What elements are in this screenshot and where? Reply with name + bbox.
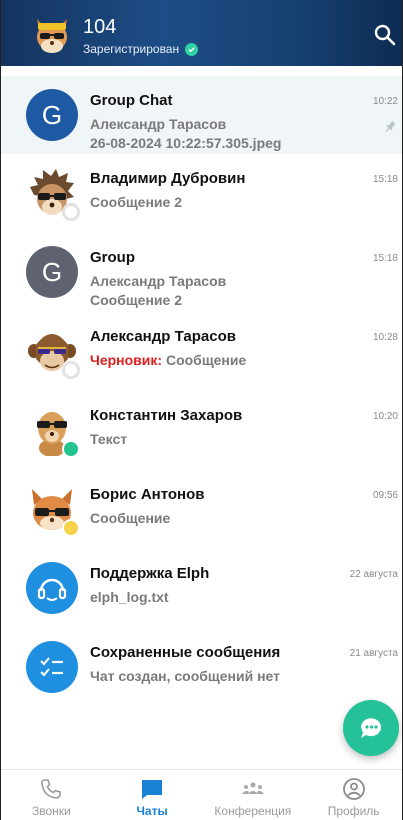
nav-label: Конференция — [214, 804, 292, 818]
status-away-indicator — [62, 519, 80, 537]
chat-time: 10:22 — [372, 96, 398, 107]
chat-item-boris[interactable]: Борис Антонов Сообщение 09:56 — [1, 470, 402, 549]
chat-time: 15:18 — [372, 253, 398, 264]
account-number: 104 — [83, 16, 117, 38]
support-headset-icon — [37, 578, 67, 601]
avatar: G — [26, 246, 78, 298]
chat-name: Group Chat — [90, 92, 173, 109]
chat-time: 10:20 — [372, 411, 398, 422]
nav-label: Профиль — [327, 804, 380, 818]
chat-time: 21 августа — [349, 648, 398, 659]
bottom-navigation: Звонки Чаты Конференция Профиль — [1, 769, 402, 820]
last-message: elph_log.txt — [90, 589, 169, 605]
search-icon — [374, 24, 396, 46]
new-message-icon — [361, 718, 381, 738]
chat-name: Александр Тарасов — [90, 328, 236, 345]
chat-name: Сохраненные сообщения — [90, 644, 281, 661]
chat-item-vladimir[interactable]: Владимир Дубровин Сообщение 2 15:18 — [1, 154, 402, 233]
last-message: Сообщение 2 — [90, 292, 182, 308]
chat-name: Владимир Дубровин — [90, 170, 246, 187]
chat-name: Борис Антонов — [90, 486, 205, 503]
registration-status-text: Зарегистрирован — [83, 42, 180, 56]
chat-time: 22 августа — [349, 569, 398, 580]
chat-item-group-chat[interactable]: G Group Chat Александр Тарасов 26-08-202… — [1, 76, 402, 154]
app-frame: 104 Зарегистрирован G Group Chat Алексан… — [0, 0, 403, 820]
profile-icon — [342, 778, 365, 800]
pin-icon — [383, 120, 397, 134]
chat-item-support[interactable]: Поддержка Elph elph_log.txt 22 августа — [1, 549, 402, 628]
last-sender: Александр Тарасов — [90, 116, 227, 132]
phone-icon — [41, 779, 62, 799]
conference-icon — [241, 782, 264, 794]
chat-name: Group — [90, 249, 135, 266]
avatar-letter: G — [41, 99, 63, 130]
profile-avatar[interactable] — [31, 13, 73, 55]
chat-time: 10:28 — [372, 332, 398, 343]
draft-text: Сообщение — [162, 352, 247, 368]
chat-name: Константин Захаров — [90, 407, 243, 424]
last-message: Черновик: Сообщение — [90, 352, 246, 368]
last-message: Сообщение 2 — [90, 194, 182, 210]
cat-sunglasses-icon — [37, 19, 67, 53]
chat-item-konstantin[interactable]: Константин Захаров Текст 10:20 — [1, 391, 402, 470]
draft-label: Черновик: — [90, 352, 163, 368]
registration-status: Зарегистрирован — [83, 42, 199, 56]
last-message: Чат создан, сообщений нет — [90, 668, 280, 684]
app-header: 104 Зарегистрирован — [1, 0, 402, 66]
avatar — [26, 641, 78, 693]
chat-icon — [142, 780, 163, 799]
new-message-button[interactable] — [343, 700, 399, 756]
nav-chats[interactable]: Чаты — [102, 770, 203, 820]
chat-item-alexander[interactable]: Александр Тарасов Черновик: Сообщение 10… — [1, 312, 402, 391]
nav-label: Звонки — [32, 804, 71, 818]
last-sender: Александр Тарасов — [90, 273, 227, 289]
chat-list: G Group Chat Александр Тарасов 26-08-202… — [1, 76, 402, 707]
nav-conference[interactable]: Конференция — [203, 770, 304, 820]
chat-time: 09:56 — [372, 490, 398, 501]
nav-calls[interactable]: Звонки — [1, 770, 102, 820]
status-offline-indicator — [62, 203, 80, 221]
nav-label: Чаты — [136, 804, 168, 818]
status-online-indicator — [62, 440, 80, 458]
search-button[interactable] — [372, 22, 398, 48]
avatar: G — [26, 89, 78, 141]
chat-item-group[interactable]: G Group Александр Тарасов Сообщение 2 15… — [1, 233, 402, 312]
saved-checklist-icon — [40, 657, 63, 677]
chat-name: Поддержка Elph — [90, 565, 210, 582]
avatar — [26, 562, 78, 614]
last-message: 26-08-2024 10:22:57.305.jpeg — [90, 135, 282, 151]
status-offline-indicator — [62, 361, 80, 379]
avatar-letter: G — [41, 256, 63, 287]
chat-item-saved[interactable]: Сохраненные сообщения Чат создан, сообще… — [1, 628, 402, 707]
nav-profile[interactable]: Профиль — [303, 770, 402, 820]
last-message: Текст — [90, 431, 128, 447]
chat-time: 15:18 — [372, 174, 398, 185]
check-icon — [185, 42, 199, 56]
last-message: Сообщение — [90, 510, 171, 526]
